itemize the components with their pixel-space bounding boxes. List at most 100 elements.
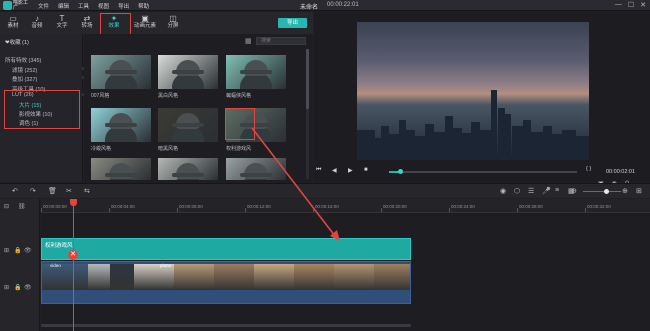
building xyxy=(530,132,544,160)
adjust-icon[interactable]: ⇆ xyxy=(84,187,90,195)
effect-clip[interactable]: 权利游戏风 xyxy=(41,238,411,260)
folder-icon: ▭ xyxy=(9,14,17,23)
tab-label: 动画元素 xyxy=(133,23,156,29)
cut-icon[interactable]: ✂ xyxy=(66,187,72,195)
category-item[interactable]: 滤镜 (252) xyxy=(12,66,85,74)
effects-scrollbar[interactable] xyxy=(306,49,309,179)
favorites-item[interactable]: ❤收藏 (1) xyxy=(5,38,29,46)
effect-thumbnail[interactable] xyxy=(91,55,151,89)
transition-icon: ⇄ xyxy=(83,14,91,23)
playback-controls: ⏮ ◀ ▶ ■ { } xyxy=(314,166,650,178)
video-clip-frame xyxy=(174,264,214,290)
timeline-zoom-slider[interactable] xyxy=(583,189,621,194)
effect-thumbnail[interactable] xyxy=(226,158,286,180)
effect-thumbnail[interactable] xyxy=(91,108,151,142)
timeline-ruler[interactable]: 00:00:00:00 00:00:04:00 00:00:08:00 00:00:1… xyxy=(41,199,650,213)
preview-video-frame xyxy=(357,22,589,160)
grid-view-icon[interactable]: ▦ xyxy=(245,37,252,45)
video-clip-frame xyxy=(254,264,294,290)
zoom-out-icon[interactable]: ⊖ xyxy=(571,187,577,195)
tab-label: 文字 xyxy=(56,23,68,29)
preview-progress-bar[interactable] xyxy=(389,169,577,174)
track-layers-icon[interactable]: ⊟ xyxy=(4,203,9,210)
menu-item-1[interactable]: 编辑 xyxy=(58,2,69,10)
minimize-icon[interactable]: — xyxy=(615,1,622,9)
export-button[interactable]: 导出 xyxy=(278,18,307,28)
ruler-tick xyxy=(449,208,450,212)
preview-timecode: 00:00:02:01 xyxy=(606,169,636,175)
lut-category-highlight xyxy=(4,90,80,129)
lock-icon[interactable]: 🔒 xyxy=(14,284,21,291)
eye-icon[interactable]: 👁 xyxy=(24,247,32,254)
project-title: 未命名 xyxy=(300,5,319,11)
menu-item-3[interactable]: 视图 xyxy=(98,2,109,10)
add-track-icon[interactable]: ⊞ xyxy=(4,284,9,291)
link-icon[interactable]: ⛓ xyxy=(18,203,26,210)
effect-thumbnail[interactable] xyxy=(91,158,151,180)
search-input[interactable]: 搜索 xyxy=(256,37,306,45)
eye-icon[interactable]: 👁 xyxy=(24,284,32,291)
ruler-tick-label: 00:00:32:00 xyxy=(587,204,611,209)
zoom-in-icon[interactable]: ⊕ xyxy=(622,187,628,195)
tab-label: 音频 xyxy=(31,23,43,29)
split-screen-icon: ◫ xyxy=(169,14,177,23)
effect-label: 007风格 xyxy=(91,93,110,99)
tab-folder[interactable]: ▭ 素材 xyxy=(3,14,23,32)
shield-icon[interactable]: ⬡ xyxy=(514,187,520,195)
ruler-tick xyxy=(381,208,382,212)
effect-thumbnail[interactable] xyxy=(226,55,286,89)
ruler-tick-label: 00:00:12:00 xyxy=(247,204,271,209)
ruler-tick-label: 00:00:24:00 xyxy=(451,204,475,209)
app-logo-icon xyxy=(3,1,12,10)
playhead[interactable] xyxy=(73,199,74,331)
tab-text[interactable]: T 文字 xyxy=(52,14,72,32)
ruler-tick xyxy=(109,208,110,212)
effects-tab-highlight xyxy=(100,13,131,35)
maximize-icon[interactable]: ☐ xyxy=(628,1,634,9)
stop-button[interactable]: ■ xyxy=(364,167,368,173)
microphone-icon[interactable]: 🎤 xyxy=(542,187,551,195)
markers-icon[interactable]: ☰ xyxy=(528,187,534,195)
delete-icon[interactable]: 🗑 xyxy=(48,187,57,195)
add-track-icon[interactable]: ⊞ xyxy=(4,247,9,254)
effect-thumbnail[interactable] xyxy=(158,108,218,142)
menu-item-2[interactable]: 工具 xyxy=(78,2,89,10)
timeline-scrollbar[interactable] xyxy=(41,324,411,327)
video-clip-frame xyxy=(42,264,88,290)
video-clip-label: video xyxy=(50,263,61,268)
ruler-tick xyxy=(177,208,178,212)
fit-icon[interactable]: ⊞ xyxy=(636,187,642,195)
menu-item-0[interactable]: 文件 xyxy=(38,2,49,10)
step-back-button[interactable]: ◀ xyxy=(332,167,337,174)
ruler-tick-label: 00:00:08:00 xyxy=(179,204,203,209)
menu-item-5[interactable]: 帮助 xyxy=(138,2,149,10)
menu-item-4[interactable]: 导出 xyxy=(118,2,129,10)
effect-thumbnail[interactable] xyxy=(158,158,218,180)
video-track[interactable]: video piano xyxy=(41,261,411,304)
lock-icon[interactable]: 🔒 xyxy=(14,247,21,254)
render-icon[interactable]: ◉ xyxy=(500,187,506,195)
split-marker-icon[interactable]: ✕ xyxy=(68,250,78,260)
mark-brackets[interactable]: { } xyxy=(586,166,591,172)
redo-icon[interactable]: ↷ xyxy=(30,187,36,195)
prev-frame-button[interactable]: ⏮ xyxy=(316,167,321,174)
ruler-tick-label: 00:00:20:00 xyxy=(383,204,407,209)
tab-transition[interactable]: ⇄ 转场 xyxy=(77,14,97,32)
window-controls: — ☐ ✕ xyxy=(615,1,646,9)
preview-panel: ⏮ ◀ ▶ ■ { } 00:00:02:01 ▣◉⚲ xyxy=(314,12,650,187)
mixer-icon[interactable]: ≡ xyxy=(555,187,559,194)
play-button[interactable]: ▶ xyxy=(348,167,353,174)
tab-music-note[interactable]: ♪ 音频 xyxy=(27,14,47,32)
undo-icon[interactable]: ↶ xyxy=(12,187,18,195)
video-clip-frame xyxy=(214,264,254,290)
tab-split-screen[interactable]: ◫ 分屏 xyxy=(163,14,183,32)
close-icon[interactable]: ✕ xyxy=(640,1,646,9)
playhead-handle[interactable] xyxy=(70,199,77,206)
building xyxy=(562,130,576,160)
category-item[interactable]: 叠加 (327) xyxy=(12,75,85,83)
ruler-tick xyxy=(585,208,586,212)
video-clip-frame xyxy=(294,264,334,290)
category-item[interactable]: 所有特效 (345) xyxy=(5,56,41,64)
effect-thumbnail[interactable] xyxy=(158,55,218,89)
tab-animated-elements[interactable]: ▣ 动画元素 xyxy=(131,14,159,32)
